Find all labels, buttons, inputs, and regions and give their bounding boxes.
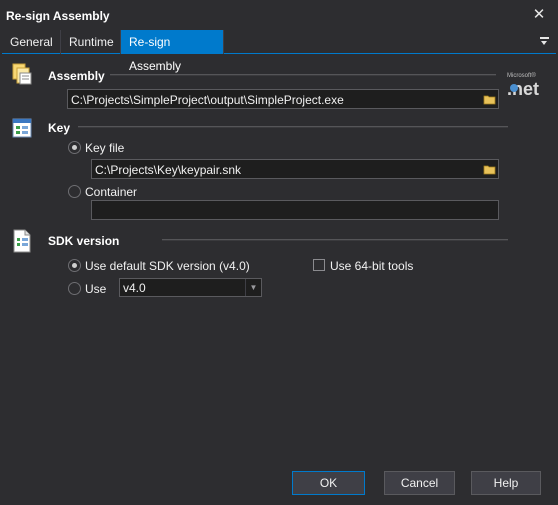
- container-label: Container: [85, 185, 138, 199]
- assembly-path-field[interactable]: C:\Projects\SimpleProject\output\SimpleP…: [67, 89, 499, 109]
- folder-browse-icon[interactable]: [483, 93, 496, 105]
- dotnet-logo-icon: Microsoft® .net: [505, 70, 549, 99]
- cancel-button[interactable]: Cancel: [384, 471, 455, 495]
- assembly-divider: [110, 74, 496, 76]
- svg-text:Microsoft®: Microsoft®: [507, 72, 536, 79]
- default-sdk-radio[interactable]: [68, 259, 81, 272]
- tab-overflow-menu[interactable]: [539, 35, 551, 49]
- key-file-field[interactable]: C:\Projects\Key\keypair.snk: [91, 159, 499, 179]
- assembly-icon: [11, 62, 33, 86]
- use-64bit-checkbox[interactable]: [313, 259, 325, 271]
- use-64bit-label: Use 64-bit tools: [330, 259, 414, 273]
- close-button[interactable]: ✕: [529, 5, 549, 25]
- assembly-path-value: C:\Projects\SimpleProject\output\SimpleP…: [71, 93, 344, 107]
- tab-resign-assembly[interactable]: Re-sign Assembly: [121, 30, 224, 73]
- container-radio[interactable]: [68, 185, 81, 198]
- key-heading: Key: [48, 121, 71, 135]
- key-icon: [11, 117, 33, 141]
- ok-button[interactable]: OK: [292, 471, 365, 495]
- sdk-version-heading: SDK version: [48, 234, 120, 248]
- sdk-version-icon: [11, 229, 33, 253]
- key-file-label: Key file: [85, 141, 125, 155]
- container-field[interactable]: [91, 200, 499, 220]
- sdk-version-value: v4.0: [123, 281, 146, 295]
- folder-browse-icon[interactable]: [483, 163, 496, 175]
- key-divider: [78, 126, 508, 128]
- tab-runtime[interactable]: Runtime: [61, 30, 121, 54]
- window-title: Re-sign Assembly: [6, 9, 110, 23]
- default-sdk-label: Use default SDK version (v4.0): [85, 259, 250, 273]
- key-file-radio[interactable]: [68, 141, 81, 154]
- sdk-version-select[interactable]: v4.0 ▼: [119, 278, 262, 297]
- sdk-divider: [162, 239, 508, 241]
- use-sdk-label: Use: [85, 282, 107, 296]
- assembly-heading: Assembly: [48, 69, 105, 83]
- title-bar: Re-sign Assembly ✕: [0, 0, 558, 30]
- chevron-down-icon: ▼: [245, 279, 261, 296]
- tab-general[interactable]: General: [2, 30, 61, 54]
- help-button[interactable]: Help: [471, 471, 541, 495]
- use-sdk-radio[interactable]: [68, 282, 81, 295]
- key-file-value: C:\Projects\Key\keypair.snk: [95, 163, 242, 177]
- tab-bar: General Runtime Re-sign Assembly: [2, 30, 556, 73]
- close-icon: ✕: [532, 6, 546, 23]
